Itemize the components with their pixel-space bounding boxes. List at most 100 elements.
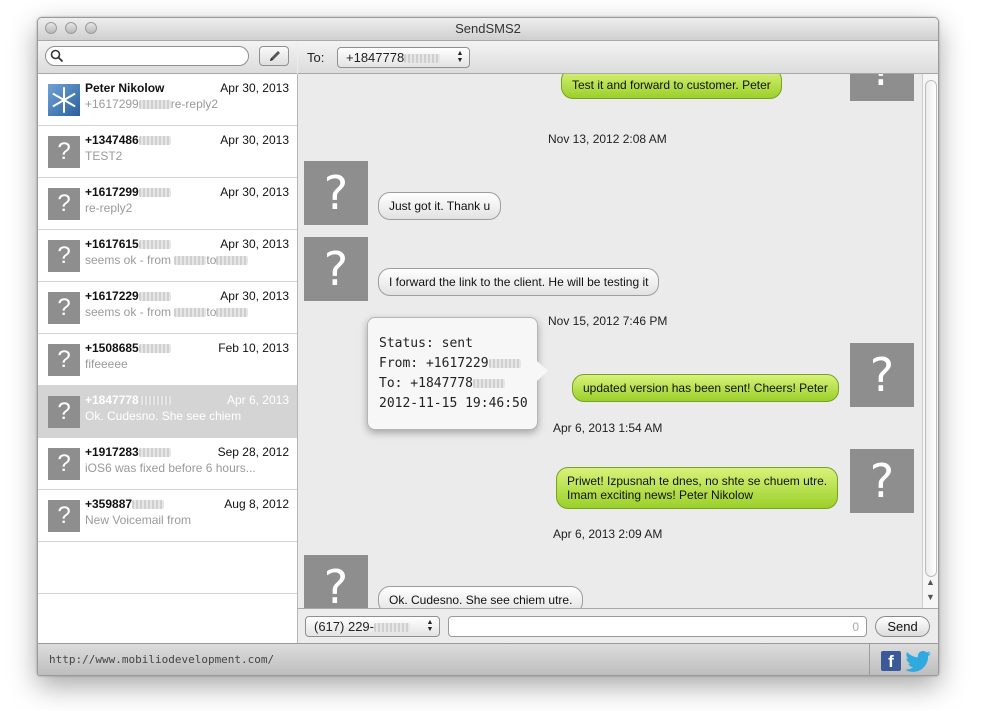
scroll-up-arrow-icon[interactable]: ▲: [926, 577, 935, 587]
conversation-date: Feb 10, 2013: [218, 341, 289, 355]
status-bar: http://www.mobiliodevelopment.com/ f: [38, 643, 938, 675]
close-window-button[interactable]: [45, 22, 57, 34]
tooltip-to: To: +1847778: [379, 376, 505, 391]
twitter-icon[interactable]: [906, 649, 932, 673]
redacted-number: [138, 396, 171, 406]
contact-name: +359887: [85, 497, 165, 511]
compose-button[interactable]: [259, 46, 289, 66]
contact-name: +1347486: [85, 133, 171, 147]
pencil-icon: [270, 51, 280, 61]
search-icon: [50, 49, 64, 63]
sidebar-toolbar: [38, 41, 297, 74]
conversation-date: Apr 30, 2013: [220, 185, 289, 199]
timestamp: Apr 6, 2013 1:54 AM: [553, 421, 663, 435]
contact-name: +1617615: [85, 237, 171, 251]
minimize-window-button[interactable]: [65, 22, 77, 34]
redacted-number: [138, 344, 171, 354]
timestamp: Apr 6, 2013 2:09 AM: [553, 527, 663, 541]
empty-list-row: [38, 594, 297, 646]
conversation-date: Apr 30, 2013: [220, 81, 289, 95]
avatar-placeholder: ?: [48, 292, 80, 324]
redacted-number: [174, 256, 207, 266]
sender-value: (617) 229-: [314, 619, 374, 634]
contact-name: +1917283: [85, 445, 171, 459]
conversation-item[interactable]: ? +1508685 Feb 10, 2013 fifeeeee: [38, 334, 297, 386]
search-field[interactable]: [45, 46, 249, 66]
scrollbar-thumb[interactable]: [925, 80, 937, 577]
conversation-item[interactable]: ? +1917283 Sep 28, 2012 iOS6 was fixed b…: [38, 438, 297, 490]
redacted-number: [404, 54, 441, 64]
composer-bar: (617) 229- ▲ ▼ 0 Send: [298, 608, 938, 643]
conversation-item[interactable]: ? +1617229 Apr 30, 2013 seems ok - from …: [38, 282, 297, 334]
conversation-item[interactable]: ? +1617299 Apr 30, 2013 re-reply2: [38, 178, 297, 230]
redacted-number: [472, 379, 505, 388]
redacted-number: [216, 308, 249, 318]
avatar-placeholder: ?: [48, 500, 80, 532]
tooltip-arrow: [537, 361, 548, 381]
zoom-window-button[interactable]: [85, 22, 97, 34]
recipient-select[interactable]: +1847778 ▲ ▼: [337, 47, 470, 68]
outgoing-message-bubble: Priwet! Izpusnah te dnes, no shte se chu…: [556, 467, 839, 509]
snowflake-icon: [52, 87, 76, 113]
message-preview: seems ok - from to: [85, 253, 249, 267]
redacted-number: [138, 188, 171, 198]
avatar-placeholder: ?: [304, 237, 368, 301]
message-preview: re-reply2: [85, 201, 133, 215]
outgoing-message-bubble: Test it and forward to customer. Peter: [561, 74, 782, 99]
redacted-number: [216, 256, 249, 266]
conversation-date: Apr 30, 2013: [220, 237, 289, 251]
avatar-placeholder: ?: [48, 188, 80, 220]
incoming-message-bubble: I forward the link to the client. He wil…: [378, 268, 660, 296]
title-bar: SendSMS2: [38, 18, 938, 41]
avatar-placeholder: ?: [304, 161, 368, 225]
contact-name: +1617299: [85, 185, 171, 199]
message-preview: seems ok - from to: [85, 305, 249, 319]
avatar-placeholder: ?: [850, 449, 914, 513]
message-preview: iOS6 was fixed before 6 hours...: [85, 461, 256, 475]
stepper-arrows-icon: ▲ ▼: [426, 619, 434, 633]
redacted-number: [138, 136, 171, 146]
search-input[interactable]: [66, 48, 248, 66]
conversation-item[interactable]: ? +1617615 Apr 30, 2013 seems ok - from …: [38, 230, 297, 282]
message-status-tooltip: Status: sent From: +1617229 To: +1847778…: [367, 317, 548, 430]
timestamp: Nov 13, 2012 2:08 AM: [548, 132, 667, 146]
website-link[interactable]: http://www.mobiliodevelopment.com/: [49, 653, 274, 666]
conversation-date: Apr 30, 2013: [220, 133, 289, 147]
avatar-placeholder: ?: [48, 240, 80, 272]
conversation-item[interactable]: ? +1347486 Apr 30, 2013 TEST2: [38, 126, 297, 178]
conversation-list[interactable]: Peter Nikolow Apr 30, 2013 +1617299 re-re…: [38, 74, 298, 643]
avatar-placeholder: ?: [48, 344, 80, 376]
redacted-number: [138, 292, 171, 302]
conversation-item[interactable]: ? +359887 Aug 8, 2012 New Voicemail from: [38, 490, 297, 542]
contact-name: +1847778: [85, 393, 171, 407]
avatar-placeholder: ?: [304, 555, 368, 608]
conversation-item[interactable]: Peter Nikolow Apr 30, 2013 +1617299 re-re…: [38, 74, 297, 126]
timestamp: Nov 15, 2012 7:46 PM: [548, 314, 668, 328]
avatar-placeholder: ?: [48, 396, 80, 428]
tooltip-datetime: 2012-11-15 19:46:50: [379, 396, 528, 411]
facebook-icon[interactable]: f: [881, 651, 901, 671]
divider: [869, 644, 870, 675]
avatar-placeholder: ?: [850, 74, 914, 101]
conversation-date: Aug 8, 2012: [224, 497, 289, 511]
redacted-number: [174, 308, 207, 318]
avatar-placeholder: ?: [48, 448, 80, 480]
sender-number-select[interactable]: (617) 229- ▲ ▼: [305, 616, 440, 637]
conversation-item-selected[interactable]: ? +1847778 Apr 6, 2013 Ok. Cudesno. She …: [38, 386, 297, 438]
redacted-number: [488, 359, 521, 368]
scroll-down-arrow-icon[interactable]: ▼: [926, 592, 935, 602]
message-input[interactable]: 0: [448, 616, 867, 637]
contact-name: Peter Nikolow: [85, 81, 165, 95]
redacted-number: [132, 500, 165, 510]
recipient-value: +1847778: [346, 50, 405, 65]
character-count: 0: [852, 620, 859, 634]
message-preview: TEST2: [85, 149, 123, 163]
window-title: SendSMS2: [455, 21, 521, 36]
send-button[interactable]: Send: [875, 616, 930, 637]
redacted-number: [138, 448, 171, 458]
message-thread[interactable]: Test it and forward to customer. Peter ?…: [298, 74, 922, 608]
thread-scrollbar[interactable]: ▲ ▼: [922, 74, 938, 608]
app-window: SendSMS2 Peter Nikolow Apr 30, 2013 +161…: [37, 17, 939, 676]
tooltip-status: Status: sent: [379, 336, 473, 351]
conversation-date: Apr 6, 2013: [226, 393, 289, 407]
